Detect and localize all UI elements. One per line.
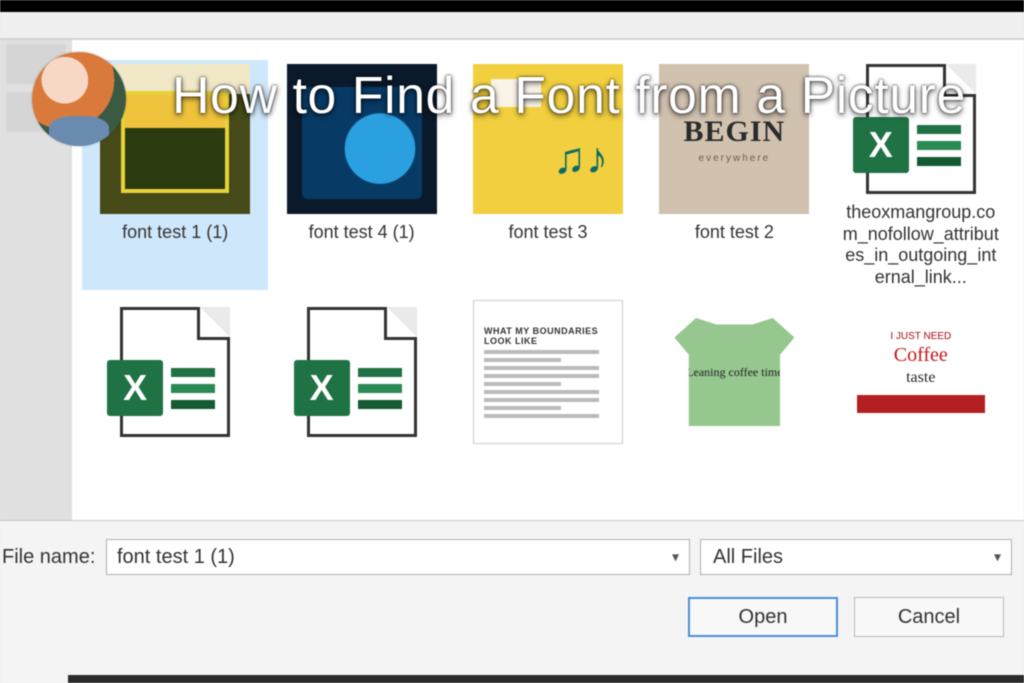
file-thumbnail: Leaning coffee time bbox=[659, 300, 809, 444]
file-thumbnail bbox=[100, 64, 250, 214]
window-top-black-bar bbox=[0, 0, 1024, 12]
filetype-filter[interactable]: All Files ▾ bbox=[700, 539, 1012, 575]
sidebar-item[interactable] bbox=[6, 44, 66, 84]
excel-bars-icon bbox=[358, 368, 402, 409]
file-label: font test 1 (1) bbox=[122, 222, 228, 244]
file-label: theoxmangroup.com_nofollow_attributes_in… bbox=[841, 202, 1001, 288]
excel-file-icon: X bbox=[120, 307, 230, 437]
file-label: font test 3 bbox=[508, 222, 587, 244]
open-button[interactable]: Open bbox=[688, 597, 838, 637]
file-thumbnail bbox=[473, 64, 623, 214]
file-thumbnail: X bbox=[846, 64, 996, 194]
chevron-down-icon: ▾ bbox=[994, 549, 1001, 566]
cancel-button[interactable]: Cancel bbox=[854, 597, 1004, 637]
thumb-text: Leaning coffee time bbox=[686, 365, 782, 380]
sidebar bbox=[0, 40, 72, 520]
footer-divider bbox=[68, 675, 1024, 683]
file-thumbnail: X bbox=[100, 300, 250, 444]
thumb-text: Coffee bbox=[894, 344, 948, 367]
thumb-subtext: everywhere bbox=[699, 153, 771, 164]
thumb-text: BEGIN bbox=[684, 115, 786, 149]
filename-label: File name: bbox=[0, 546, 96, 569]
file-item-tshirt[interactable]: Leaning coffee time bbox=[641, 296, 827, 456]
file-item-excel-2[interactable]: X bbox=[82, 296, 268, 456]
filter-value: All Files bbox=[713, 546, 783, 569]
file-thumbnail: X bbox=[287, 300, 437, 444]
file-item-excel-1[interactable]: X theoxmangroup.com_nofollow_attributes_… bbox=[828, 60, 1014, 290]
file-thumbnail bbox=[287, 64, 437, 214]
file-thumbnail: WHAT MY BOUNDARIES LOOK LIKE bbox=[473, 300, 623, 444]
file-thumbnail: BEGIN everywhere bbox=[659, 64, 809, 214]
excel-x-icon: X bbox=[294, 360, 350, 416]
dialog-bottom-pane: File name: font test 1 (1) ▾ All Files ▾… bbox=[0, 520, 1024, 683]
file-grid: font test 1 (1) font test 4 (1) font tes… bbox=[72, 40, 1024, 520]
file-item-font-test-4[interactable]: font test 4 (1) bbox=[268, 60, 454, 290]
excel-x-icon: X bbox=[853, 117, 909, 173]
excel-file-icon: X bbox=[307, 307, 417, 437]
file-item-coffee[interactable]: I JUST NEED Coffee taste bbox=[828, 296, 1014, 456]
dialog-header-strip bbox=[0, 12, 1024, 40]
filename-input[interactable]: font test 1 (1) ▾ bbox=[106, 539, 690, 575]
sidebar-item[interactable] bbox=[6, 92, 66, 132]
file-browser: font test 1 (1) font test 4 (1) font tes… bbox=[0, 40, 1024, 520]
excel-file-icon: X bbox=[866, 64, 976, 194]
file-item-font-test-2[interactable]: BEGIN everywhere font test 2 bbox=[641, 60, 827, 290]
file-item-document[interactable]: WHAT MY BOUNDARIES LOOK LIKE bbox=[455, 296, 641, 456]
thumb-doc-title: WHAT MY BOUNDARIES LOOK LIKE bbox=[484, 326, 612, 346]
thumb-text: I JUST NEED bbox=[890, 331, 951, 342]
file-label: font test 4 (1) bbox=[309, 222, 415, 244]
file-item-font-test-3[interactable]: font test 3 bbox=[455, 60, 641, 290]
file-thumbnail: I JUST NEED Coffee taste bbox=[846, 300, 996, 444]
filename-value: font test 1 (1) bbox=[117, 546, 235, 569]
chevron-down-icon: ▾ bbox=[672, 549, 679, 566]
excel-bars-icon bbox=[171, 368, 215, 409]
excel-bars-icon bbox=[917, 125, 961, 166]
thumb-text: taste bbox=[906, 369, 935, 387]
file-item-excel-3[interactable]: X bbox=[268, 296, 454, 456]
file-label: font test 2 bbox=[695, 222, 774, 244]
excel-x-icon: X bbox=[107, 360, 163, 416]
file-item-font-test-1[interactable]: font test 1 (1) bbox=[82, 60, 268, 290]
